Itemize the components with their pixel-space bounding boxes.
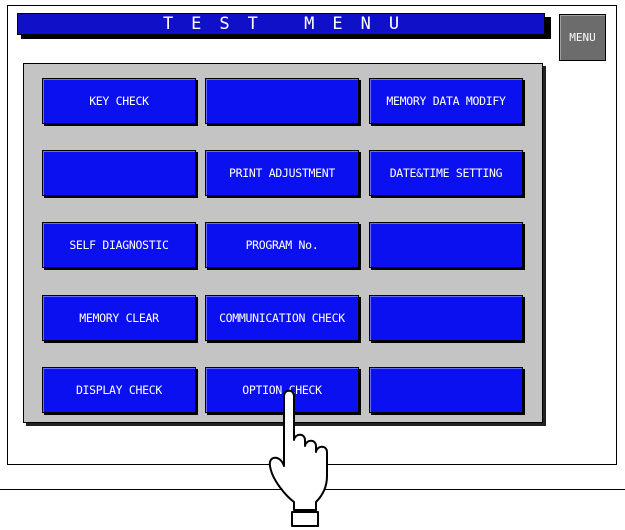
print-adjustment-button[interactable]: PRINT ADJUSTMENT <box>205 150 359 196</box>
communication-check-button[interactable]: COMMUNICATION CHECK <box>205 295 359 341</box>
blank-button-3[interactable] <box>369 222 523 268</box>
blank-button-1[interactable] <box>205 78 359 124</box>
program-no-button[interactable]: PROGRAM No. <box>205 222 359 268</box>
display-check-button[interactable]: DISPLAY CHECK <box>42 367 196 413</box>
self-diagnostic-button[interactable]: SELF DIAGNOSTIC <box>42 222 196 268</box>
title-bar: TEST MENU <box>17 13 545 35</box>
memory-data-modify-button[interactable]: MEMORY DATA MODIFY <box>369 78 523 124</box>
blank-button-2[interactable] <box>42 150 196 196</box>
blank-button-4[interactable] <box>369 295 523 341</box>
page-title: TEST MENU <box>162 14 418 34</box>
blank-button-5[interactable] <box>369 367 523 413</box>
pointing-hand-icon <box>268 389 328 527</box>
menu-button[interactable]: MENU <box>559 14 606 61</box>
date-time-setting-button[interactable]: DATE&TIME SETTING <box>369 150 523 196</box>
memory-clear-button[interactable]: MEMORY CLEAR <box>42 295 196 341</box>
key-check-button[interactable]: KEY CHECK <box>42 78 196 124</box>
